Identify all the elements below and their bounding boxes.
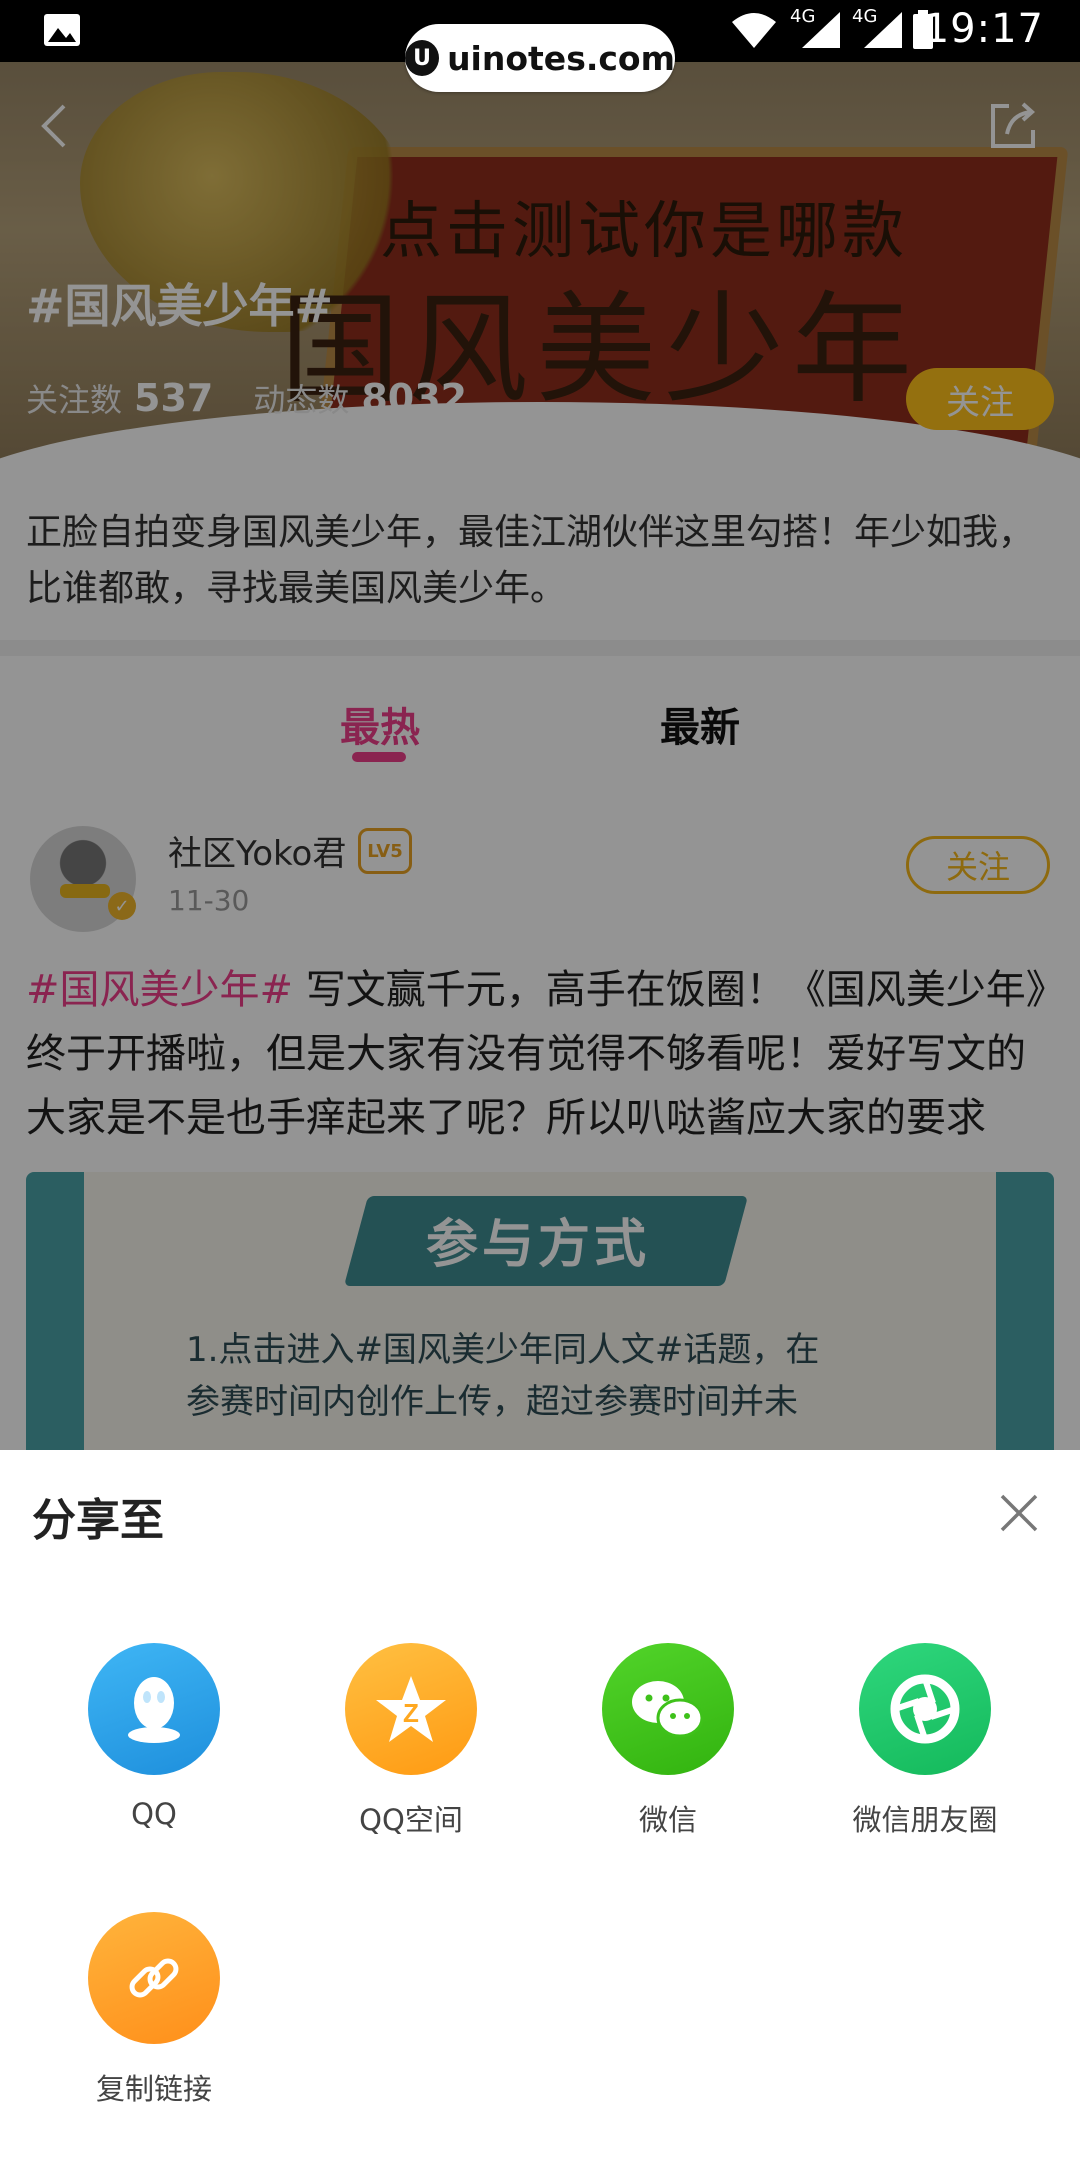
share-option-label: QQ — [131, 1797, 177, 1831]
close-icon[interactable] — [994, 1488, 1044, 1538]
share-option-label: 复制链接 — [95, 2072, 212, 2106]
moments-icon — [859, 1643, 991, 1775]
modal-overlay[interactable] — [0, 62, 1080, 1452]
wechat-icon — [602, 1643, 734, 1775]
gallery-notification-icon — [44, 14, 80, 46]
share-sheet: 分享至 QQ Z QQ空间 微信 微信朋友圈 复制链接 — [0, 1450, 1080, 2160]
watermark-text: uinotes.com — [447, 38, 675, 78]
share-option-wechat[interactable]: 微信 — [563, 1643, 773, 1843]
clock: 19:17 — [923, 6, 1044, 52]
svg-text:Z: Z — [403, 1698, 419, 1728]
qq-icon — [88, 1643, 220, 1775]
share-option-label: QQ空间 — [359, 1803, 463, 1837]
wifi-icon — [732, 13, 776, 48]
watermark-logo: U — [405, 40, 440, 76]
share-sheet-title: 分享至 — [32, 1495, 164, 1546]
share-option-label: 微信朋友圈 — [852, 1803, 998, 1837]
watermark-badge: U uinotes.com — [405, 24, 675, 92]
share-option-qq[interactable]: QQ — [49, 1643, 259, 1843]
share-option-moments[interactable]: 微信朋友圈 — [820, 1643, 1030, 1843]
share-option-copy-link[interactable]: 复制链接 — [49, 1912, 259, 2112]
share-option-label: 微信 — [638, 1803, 697, 1837]
qzone-icon: Z — [345, 1643, 477, 1775]
signal-icon — [802, 12, 840, 48]
link-icon — [88, 1912, 220, 2044]
share-option-qzone[interactable]: Z QQ空间 — [306, 1643, 516, 1843]
signal-icon — [864, 12, 902, 48]
